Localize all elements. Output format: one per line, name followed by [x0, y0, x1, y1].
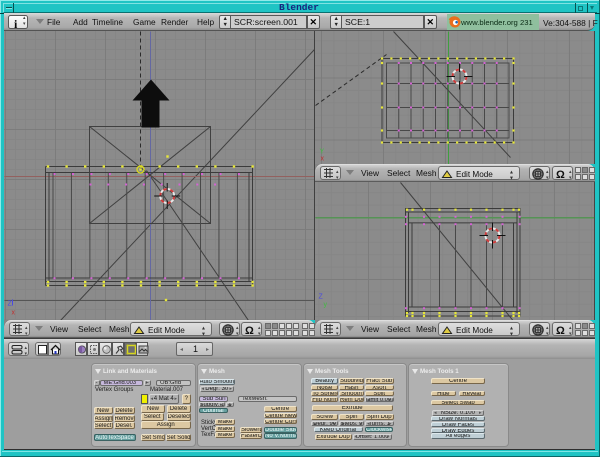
- svg-text:y: y: [324, 302, 328, 309]
- svg-text:▼: ▼: [509, 176, 514, 182]
- svg-text:▾: ▾: [569, 331, 572, 337]
- svg-text:▾: ▾: [336, 331, 339, 337]
- svg-text:▾: ▾: [25, 351, 28, 357]
- svg-text:x: x: [321, 156, 325, 163]
- svg-text:Ω: Ω: [245, 325, 254, 337]
- svg-text:▾: ▾: [25, 331, 28, 337]
- svg-text:▼: ▼: [509, 332, 514, 338]
- svg-text:Ω: Ω: [556, 325, 565, 337]
- svg-text:▼: ▼: [201, 332, 206, 338]
- svg-text:▾: ▾: [236, 331, 239, 337]
- svg-text:Edit Mode: Edit Mode: [456, 326, 493, 335]
- svg-text:▾: ▾: [258, 331, 261, 337]
- svg-text:Ω: Ω: [556, 169, 565, 181]
- svg-text:Y: Y: [320, 149, 325, 156]
- svg-text:▾: ▾: [569, 175, 572, 181]
- svg-text:▾: ▾: [546, 175, 549, 181]
- svg-text:Z: Z: [319, 294, 324, 301]
- svg-text:▾: ▾: [336, 175, 339, 181]
- svg-text:Edit Mode: Edit Mode: [148, 326, 185, 335]
- svg-text:x: x: [12, 310, 16, 317]
- svg-text:Edit Mode: Edit Mode: [456, 170, 493, 179]
- svg-text:▾: ▾: [546, 331, 549, 337]
- svg-text:Z: Z: [8, 301, 13, 308]
